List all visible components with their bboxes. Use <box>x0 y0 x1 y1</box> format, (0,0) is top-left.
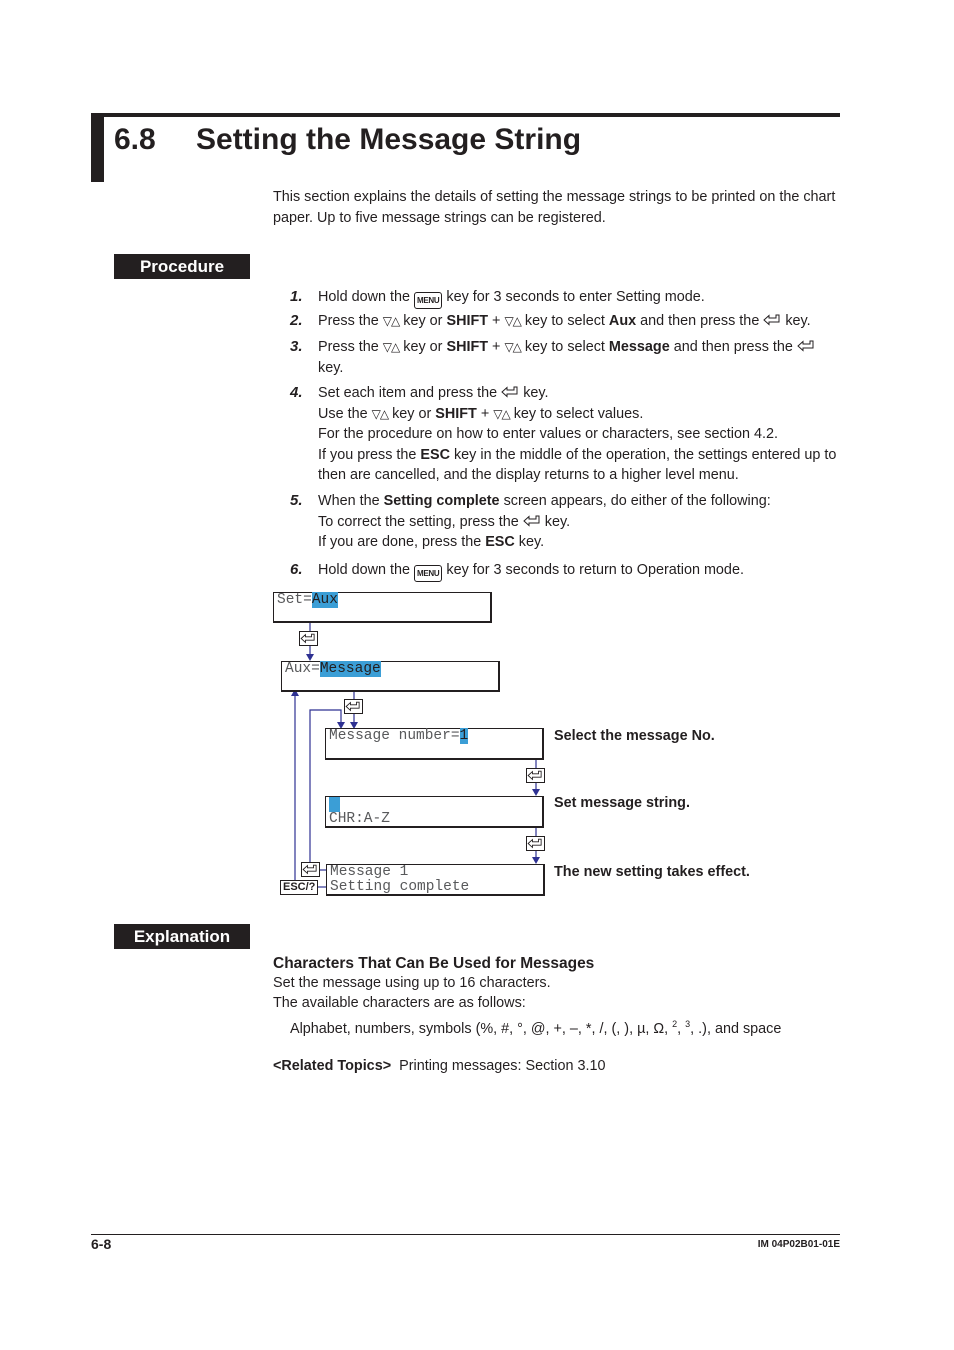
lcd-highlight: Aux <box>311 592 338 608</box>
note-set-message-string: Set message string. <box>554 795 690 811</box>
available-chars-list: Alphabet, numbers, symbols (%, #, °, @, … <box>290 1014 781 1039</box>
characters-heading: Characters That Can Be Used for Messages <box>273 955 595 972</box>
lcd-highlight: Message <box>319 661 381 677</box>
explanation-label: Explanation <box>114 924 250 949</box>
lcd-text: Set= <box>277 592 312 608</box>
lcd-cursor <box>329 797 340 812</box>
lcd-screen-set-aux: Set=Aux <box>273 592 492 623</box>
enter-key-icon <box>299 631 318 646</box>
lcd-screen-message-number: Message number=1 <box>325 728 544 760</box>
page-number: 6-8 <box>91 1236 112 1252</box>
document-id: IM 04P02B01-01E <box>757 1239 840 1250</box>
text: , <box>677 1020 686 1037</box>
lcd-screen-setting-complete: Message 1 Setting complete <box>326 864 545 896</box>
lcd-text: Setting complete <box>330 879 470 895</box>
text: Alphabet, numbers, symbols (%, #, °, @, … <box>290 1020 673 1037</box>
enter-key-icon <box>526 768 545 783</box>
lcd-text: Message number= <box>329 728 460 744</box>
text: , .), and space <box>690 1020 782 1037</box>
max-chars-text: Set the message using up to 16 character… <box>273 975 551 991</box>
related-topics: <Related Topics> Printing messages: Sect… <box>273 1056 606 1077</box>
related-topics-link: Printing messages: Section 3.10 <box>399 1058 606 1074</box>
lcd-screen-aux-message: Aux=Message <box>281 661 500 692</box>
footer-rule <box>91 1234 840 1235</box>
lcd-text: Message 1 <box>330 864 409 880</box>
enter-key-icon <box>301 862 320 877</box>
related-topics-label: <Related Topics> <box>273 1058 392 1074</box>
enter-key-icon <box>526 836 545 851</box>
note-new-setting-effect: The new setting takes effect. <box>554 864 750 880</box>
note-select-message-no: Select the message No. <box>554 728 715 744</box>
available-chars-intro: The available characters are as follows: <box>273 995 526 1011</box>
lcd-text: CHR:A-Z <box>329 811 390 827</box>
enter-key-icon <box>344 699 363 714</box>
lcd-screen-message-string: CHR:A-Z <box>325 796 544 828</box>
lcd-text: Aux= <box>285 661 320 677</box>
esc-key-icon: ESC/? <box>280 880 319 895</box>
lcd-highlight: 1 <box>459 728 469 744</box>
